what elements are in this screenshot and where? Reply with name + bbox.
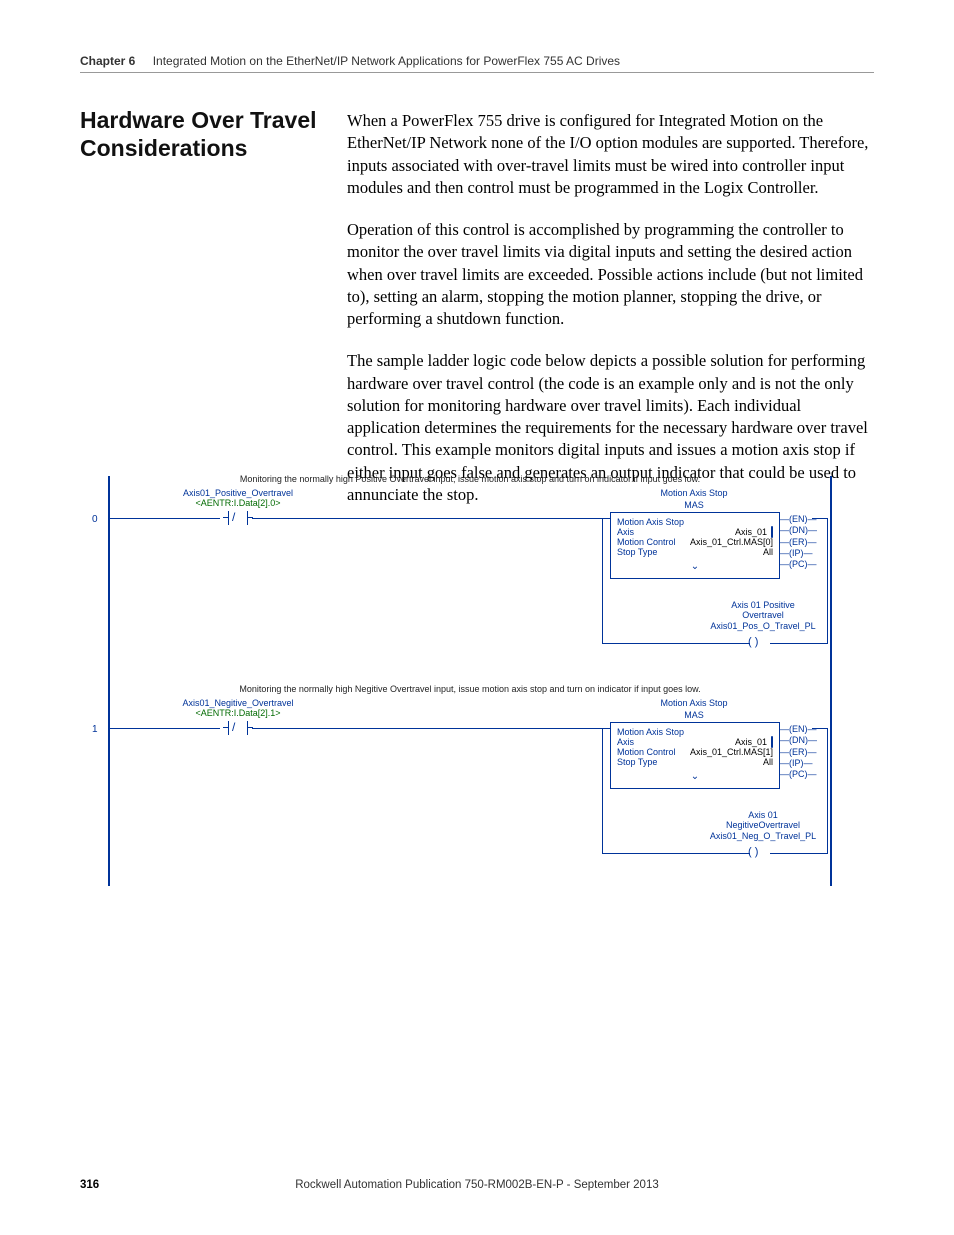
mas-instruction: Motion Axis Stop AxisAxis_01 Motion Cont…: [610, 722, 780, 789]
rung-number: 0: [92, 514, 98, 525]
rail-segment: [252, 728, 602, 729]
mas-instruction: Motion Axis Stop AxisAxis_01 Motion Cont…: [610, 512, 780, 579]
rail-segment: [602, 728, 610, 729]
page-footer: 316 Rockwell Automation Publication 750-…: [80, 1179, 874, 1191]
chapter-title: Integrated Motion on the EtherNet/IP Net…: [153, 54, 620, 68]
ladder-diagram: Monitoring the normally high Positive Ov…: [108, 476, 832, 886]
coil-label: Axis 01 Positive Overtravel Axis01_Pos_O…: [698, 600, 828, 631]
page-header: Chapter 6 Integrated Motion on the Ether…: [80, 54, 874, 73]
section-heading: Hardware Over Travel Considerations: [80, 106, 330, 162]
ladder-rung: Monitoring the normally high Negitive Ov…: [110, 686, 830, 886]
rail-segment: [770, 853, 828, 854]
rail-segment: [812, 728, 828, 729]
rail-segment: [110, 728, 220, 729]
output-title: Motion Axis Stop: [610, 698, 778, 708]
paragraph: Operation of this control is accomplishe…: [347, 219, 877, 330]
mas-tag: MAS: [610, 710, 778, 720]
status-flags: —(EN)— —(DN)— —(ER)— —(IP)— —(PC)—: [780, 514, 817, 570]
rail-segment: [602, 518, 610, 519]
status-flags: —(EN)— —(DN)— —(ER)— —(IP)— —(PC)—: [780, 724, 817, 780]
chevron-down-icon: ⌄: [617, 771, 773, 782]
output-coil: ( ): [748, 846, 758, 858]
rail-segment: [110, 518, 220, 519]
chapter-label: Chapter 6: [80, 54, 135, 68]
publication-info: Rockwell Automation Publication 750-RM00…: [295, 1179, 659, 1191]
rail-segment: [602, 643, 750, 644]
mas-tag: MAS: [610, 500, 778, 510]
xio-contact: /: [228, 511, 248, 525]
branch-segment: [602, 518, 603, 643]
coil-label: Axis 01 NegitiveOvertravel Axis01_Neg_O_…: [698, 810, 828, 841]
input-tag-label: Axis01_Positive_Overtravel <AENTR:I.Data…: [168, 488, 308, 509]
rail-segment: [812, 518, 828, 519]
rung-comment: Monitoring the normally high Positive Ov…: [110, 474, 830, 484]
output-title: Motion Axis Stop: [610, 488, 778, 498]
branch-segment: [827, 518, 828, 643]
xio-contact: /: [228, 721, 248, 735]
chevron-down-icon: ⌄: [617, 561, 773, 572]
output-coil: ( ): [748, 636, 758, 648]
input-tag-label: Axis01_Negitive_Overtravel <AENTR:I.Data…: [168, 698, 308, 719]
ladder-rung: Monitoring the normally high Positive Ov…: [110, 476, 830, 676]
rail-segment: [770, 643, 828, 644]
body-text: When a PowerFlex 755 drive is configured…: [347, 110, 877, 526]
rung-comment: Monitoring the normally high Negitive Ov…: [110, 684, 830, 694]
branch-segment: [827, 728, 828, 853]
rail-segment: [602, 853, 750, 854]
page-number: 316: [80, 1179, 99, 1191]
rail-segment: [252, 518, 602, 519]
rung-number: 1: [92, 724, 98, 735]
branch-segment: [602, 728, 603, 853]
paragraph: When a PowerFlex 755 drive is configured…: [347, 110, 877, 199]
